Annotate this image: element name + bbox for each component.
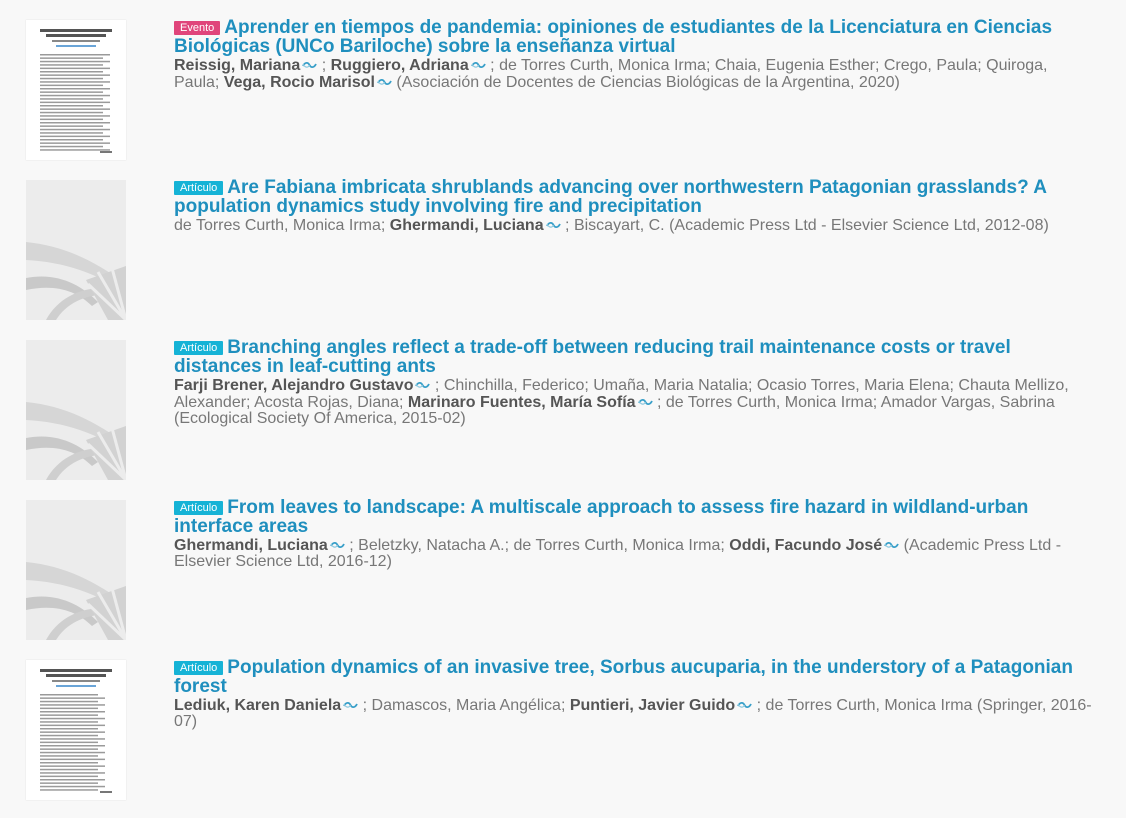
result-title-link[interactable]: Branching angles reflect a trade-off bet… xyxy=(174,337,1011,377)
cic-author-icon xyxy=(343,697,358,709)
type-badge: Artículo xyxy=(174,341,224,355)
result-body: Evento Aprender en tiempos de pandemia: o… xyxy=(174,18,1094,91)
author-name: Ocasio Torres, Maria Elena xyxy=(756,377,950,394)
cic-author-icon xyxy=(302,57,318,69)
cic-author-icon xyxy=(415,377,431,389)
publication-source: (Academic Press Ltd - Elsevier Science L… xyxy=(669,217,1049,234)
result-item: Artículo Are Fabiana imbricata shrublands… xyxy=(26,178,1106,320)
author-list: Lediuk, Karen Daniela ; Damascos, Maria … xyxy=(174,697,1092,730)
type-badge: Evento xyxy=(174,21,221,35)
author-link[interactable]: Lediuk, Karen Daniela xyxy=(174,697,341,714)
result-item: Evento Aprender en tiempos de pandemia: o… xyxy=(26,18,1106,160)
cic-author-icon xyxy=(377,74,392,86)
author-link[interactable]: Puntieri, Javier Guido xyxy=(570,697,735,714)
author-name: Damascos, Maria Angélica xyxy=(371,697,561,714)
document-thumbnail[interactable] xyxy=(26,660,126,800)
placeholder-thumbnail[interactable] xyxy=(26,180,126,320)
result-body: Artículo Are Fabiana imbricata shrublands… xyxy=(174,178,1094,234)
author-link[interactable]: Ghermandi, Luciana xyxy=(174,537,328,554)
author-list: Reissig, Mariana ; Ruggiero, Adriana ; d… xyxy=(174,57,1048,91)
document-thumbnail[interactable] xyxy=(26,20,126,160)
author-name: Biscayart, C. xyxy=(573,217,665,234)
type-badge: Artículo xyxy=(174,501,224,515)
author-name: Crego, Paula xyxy=(883,57,978,74)
result-title-link[interactable]: Are Fabiana imbricata shrublands advanci… xyxy=(174,177,1046,217)
result-title: Artículo From leaves to landscape: A mult… xyxy=(174,498,1094,536)
author-list: de Torres Curth, Monica Irma; Ghermandi,… xyxy=(174,217,1049,234)
author-name: de Torres Curth, Monica Irma xyxy=(499,57,706,74)
result-body: Artículo Population dynamics of an invasi… xyxy=(174,658,1094,730)
result-body: Artículo Branching angles reflect a trade… xyxy=(174,338,1094,427)
publication-source: (Asociación de Docentes de Ciencias Biol… xyxy=(396,74,900,91)
author-link[interactable]: Marinaro Fuentes, María Sofía xyxy=(408,394,636,411)
placeholder-thumbnail[interactable] xyxy=(26,500,126,640)
result-title: Artículo Population dynamics of an invasi… xyxy=(174,658,1094,696)
cic-author-icon xyxy=(330,537,345,549)
result-item: Artículo Branching angles reflect a trade… xyxy=(26,338,1106,480)
author-list: Ghermandi, Luciana ; Beletzky, Natacha A… xyxy=(174,537,1062,570)
author-link[interactable]: Oddi, Facundo José xyxy=(729,537,882,554)
author-name: de Torres Curth, Monica Irma xyxy=(665,394,873,411)
author-name: de Torres Curth, Monica Irma xyxy=(765,697,973,714)
placeholder-thumbnail[interactable] xyxy=(26,340,126,480)
cic-author-icon xyxy=(884,537,899,549)
result-item: Artículo Population dynamics of an invasi… xyxy=(26,658,1106,800)
result-body: Artículo From leaves to landscape: A mult… xyxy=(174,498,1094,570)
result-title: Artículo Branching angles reflect a trade… xyxy=(174,338,1094,376)
author-link[interactable]: Vega, Rocio Marisol xyxy=(224,74,375,91)
cic-author-icon xyxy=(545,217,561,229)
result-title-link[interactable]: From leaves to landscape: A multiscale a… xyxy=(174,497,1028,537)
author-list: Farji Brener, Alejandro Gustavo ; Chinch… xyxy=(174,377,1069,427)
cic-author-icon xyxy=(737,697,753,709)
author-name: Acosta Rojas, Diana xyxy=(254,394,400,411)
type-badge: Artículo xyxy=(174,661,224,675)
result-item: Artículo From leaves to landscape: A mult… xyxy=(26,498,1106,640)
author-link[interactable]: Reissig, Mariana xyxy=(174,57,300,74)
result-title-link[interactable]: Aprender en tiempos de pandemia: opinion… xyxy=(174,17,1052,57)
cic-author-icon xyxy=(470,57,486,69)
author-name: de Torres Curth, Monica Irma xyxy=(174,217,381,234)
author-name: Umaña, Maria Natalia xyxy=(593,377,748,394)
author-name: Amador Vargas, Sabrina xyxy=(880,394,1055,411)
author-name: Chinchilla, Federico xyxy=(443,377,585,394)
author-link[interactable]: Ghermandi, Luciana xyxy=(390,217,544,234)
author-link[interactable]: Ruggiero, Adriana xyxy=(331,57,469,74)
publication-source: (Ecological Society Of America, 2015-02) xyxy=(174,410,466,427)
author-name: Chaia, Eugenia Esther xyxy=(714,57,875,74)
author-name: Beletzky, Natacha A. xyxy=(358,537,505,554)
result-title: Evento Aprender en tiempos de pandemia: o… xyxy=(174,18,1094,56)
type-badge: Artículo xyxy=(174,181,224,195)
result-title: Artículo Are Fabiana imbricata shrublands… xyxy=(174,178,1094,216)
cic-author-icon xyxy=(637,394,653,406)
result-title-link[interactable]: Population dynamics of an invasive tree,… xyxy=(174,657,1073,697)
author-link[interactable]: Farji Brener, Alejandro Gustavo xyxy=(174,377,413,394)
author-name: de Torres Curth, Monica Irma xyxy=(513,537,721,554)
